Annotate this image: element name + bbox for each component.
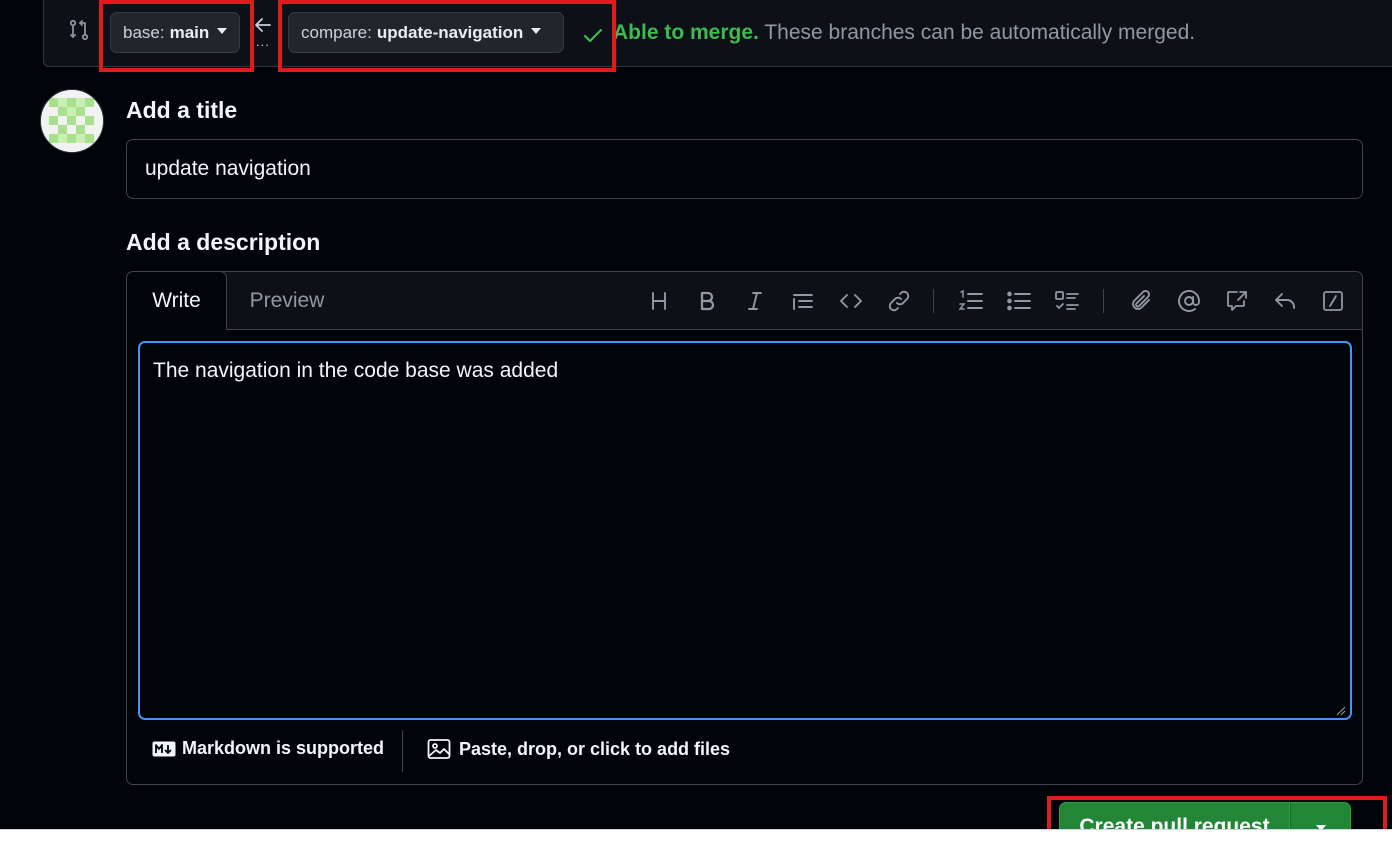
merge-status: Able to merge. These branches can be aut…	[613, 21, 1195, 45]
ordered-list-icon[interactable]	[958, 288, 984, 314]
chevron-down-icon	[531, 27, 542, 34]
markdown-note: Markdown is supported	[182, 738, 385, 758]
description-textarea[interactable]: The navigation in the code base was adde…	[138, 341, 1352, 720]
compare-branch-name: update-navigation	[376, 22, 524, 42]
compare-branch-prefix: compare:	[301, 22, 372, 42]
compare-branch-selector[interactable]: compare: update-navigation	[288, 12, 564, 53]
toolbar-divider	[1103, 289, 1104, 313]
mention-icon[interactable]	[1176, 288, 1202, 314]
merge-status-ok: Able to merge.	[613, 21, 759, 44]
heading-icon[interactable]	[646, 288, 672, 314]
markdown-help-link[interactable]: Markdown is supported	[152, 738, 384, 759]
tab-write[interactable]: Write	[126, 271, 227, 330]
resize-handle-icon[interactable]	[1334, 704, 1346, 716]
base-branch-name: main	[169, 22, 210, 42]
page-bottom-edge	[0, 829, 1392, 845]
italic-icon[interactable]	[742, 288, 768, 314]
editor-footer: Markdown is supported Paste, drop, or cl…	[127, 720, 1362, 784]
slash-command-icon[interactable]	[1320, 288, 1346, 314]
add-files-button[interactable]: Paste, drop, or click to add files	[427, 738, 730, 760]
bold-icon[interactable]	[694, 288, 720, 314]
git-compare-icon	[67, 18, 91, 42]
arrow-left-icon	[252, 16, 274, 34]
code-icon[interactable]	[838, 288, 864, 314]
reply-icon[interactable]	[1272, 288, 1298, 314]
description-editor: Write Preview The navigation in the code…	[126, 271, 1363, 785]
reference-icon[interactable]	[1224, 288, 1250, 314]
chevron-down-icon	[217, 27, 228, 34]
toolbar-divider	[933, 289, 934, 313]
editor-header: Write Preview	[126, 271, 1362, 330]
attach-note: Paste, drop, or click to add files	[459, 738, 731, 759]
task-list-icon[interactable]	[1054, 288, 1080, 314]
tab-preview[interactable]: Preview	[233, 272, 341, 330]
markdown-icon	[152, 741, 176, 757]
attach-icon[interactable]	[1128, 288, 1154, 314]
link-icon[interactable]	[886, 288, 912, 314]
quote-icon[interactable]	[790, 288, 816, 314]
merge-status-message: These branches can be automatically merg…	[764, 21, 1196, 44]
title-label: Add a title	[126, 97, 238, 123]
image-icon	[427, 738, 451, 760]
footer-divider	[402, 730, 403, 772]
check-icon	[582, 24, 604, 46]
title-input[interactable]	[126, 139, 1363, 199]
base-branch-prefix: base:	[123, 22, 165, 42]
avatar[interactable]	[40, 89, 104, 153]
range-dots: ...	[256, 34, 270, 49]
base-branch-selector[interactable]: base: main	[110, 12, 240, 53]
unordered-list-icon[interactable]	[1006, 288, 1032, 314]
description-label: Add a description	[126, 229, 321, 255]
